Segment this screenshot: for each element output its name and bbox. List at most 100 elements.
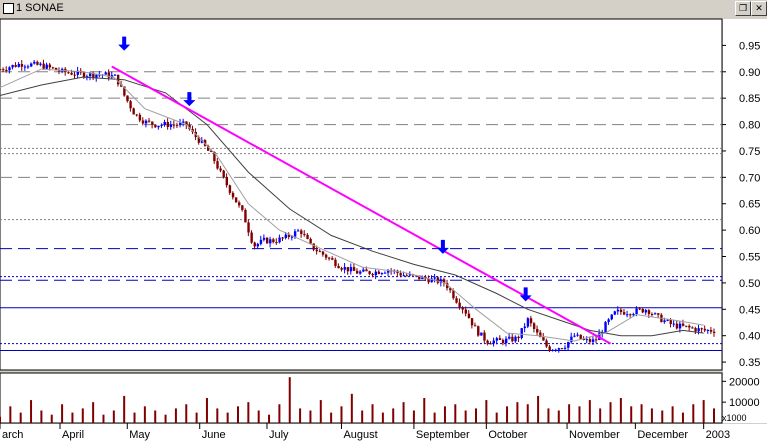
price-bar-body — [241, 205, 244, 210]
price-bar-body — [2, 69, 5, 71]
price-bar-body — [563, 347, 567, 349]
price-bar-body — [622, 312, 626, 315]
volume-bar — [485, 400, 488, 423]
price-bar-body — [95, 74, 98, 78]
month-label: June — [202, 429, 226, 441]
price-bar-body — [405, 275, 409, 277]
price-tick-label: 0.55 — [739, 252, 760, 264]
price-bar-body — [691, 327, 694, 329]
restore-button[interactable]: ❐ — [735, 1, 751, 16]
volume-bar — [609, 402, 612, 423]
price-bar-body — [346, 267, 350, 272]
price-tick-label: 0.80 — [739, 120, 760, 132]
price-bar-body — [551, 349, 554, 351]
volume-bar — [19, 412, 22, 423]
price-bar-body — [619, 309, 623, 313]
price-bar-body — [259, 239, 263, 244]
price-bar-body — [144, 120, 148, 124]
volume-bar — [713, 408, 715, 423]
price-bar-body — [697, 328, 700, 332]
volume-bar — [102, 414, 105, 423]
price-bar-body — [256, 243, 260, 247]
volume-bar — [588, 400, 591, 423]
volume-bar — [319, 400, 322, 423]
volume-bar — [381, 412, 384, 423]
volume-bar — [40, 410, 43, 423]
price-bar-body — [576, 334, 579, 336]
volume-bar — [247, 402, 250, 423]
price-bar-body — [529, 318, 533, 324]
price-bar-body — [654, 313, 657, 315]
price-bar-body — [303, 233, 306, 235]
window-icon — [3, 3, 14, 14]
price-bar-body — [486, 340, 489, 344]
price-bar-body — [340, 268, 343, 270]
volume-bar — [454, 404, 457, 423]
price-tick-label: 0.35 — [739, 357, 760, 369]
volume-bar — [92, 402, 95, 423]
month-label: November — [569, 429, 620, 441]
volume-bar — [371, 404, 374, 423]
volume-bar — [123, 395, 126, 423]
volume-bar — [133, 412, 136, 423]
price-bar-body — [324, 254, 328, 258]
price-tick-label: 0.95 — [739, 40, 760, 52]
price-bar-body — [247, 222, 250, 233]
price-bar-body — [262, 237, 266, 240]
volume-bar — [268, 414, 271, 423]
price-bar-body — [362, 269, 365, 272]
price-bar-body — [135, 114, 138, 116]
price-bar-body — [222, 170, 225, 178]
price-bar-body — [225, 177, 229, 186]
close-button[interactable]: ✕ — [751, 1, 767, 16]
price-bar-body — [219, 168, 222, 171]
price-bar-body — [467, 313, 471, 319]
volume-bar — [143, 406, 146, 423]
price-bar-body — [483, 332, 486, 341]
window-title: 1 SONAE — [16, 2, 64, 14]
price-bar-body — [175, 124, 179, 126]
price-bar-body — [638, 308, 641, 310]
price-bar-body — [588, 339, 592, 342]
price-bar-body — [265, 237, 269, 244]
volume-bar — [350, 393, 353, 423]
price-bar-body — [669, 319, 672, 325]
volume-bar — [81, 408, 84, 423]
price-bar-body — [464, 309, 468, 314]
volume-bar — [630, 406, 633, 423]
price-bar-body — [629, 314, 632, 316]
price-bar-body — [148, 120, 151, 122]
price-bar-body — [315, 249, 319, 252]
price-bar-body — [663, 320, 666, 323]
price-bar-body — [380, 273, 384, 275]
price-bar-body — [26, 66, 30, 68]
price-bar-body — [477, 326, 480, 336]
price-bar-body — [647, 310, 651, 315]
price-bar-body — [228, 185, 232, 193]
volume-bar — [164, 414, 167, 423]
volume-bar — [547, 408, 550, 423]
price-tick-label: 0.70 — [739, 172, 760, 184]
price-bar-body — [45, 64, 48, 69]
price-bar-body — [169, 124, 173, 127]
volume-bar — [650, 408, 653, 423]
volume-bar — [288, 377, 291, 423]
price-bar-body — [607, 319, 610, 323]
price-bar-body — [666, 319, 669, 321]
volume-bar — [506, 406, 509, 423]
price-bar-body — [681, 323, 685, 326]
month-label: December — [637, 429, 688, 441]
month-label: arch — [2, 429, 23, 441]
price-bar-body — [492, 340, 495, 344]
price-bar-body — [321, 251, 325, 255]
price-bar-body — [318, 251, 322, 253]
price-bar-body — [616, 309, 620, 312]
volume-bar — [257, 410, 260, 423]
month-label: August — [343, 429, 377, 441]
price-bar-body — [567, 341, 570, 348]
price-bar-body — [523, 326, 527, 329]
price-bar-body — [51, 67, 55, 69]
volume-bar — [692, 404, 695, 423]
price-bar-body — [11, 64, 14, 68]
price-bar-body — [160, 124, 163, 126]
